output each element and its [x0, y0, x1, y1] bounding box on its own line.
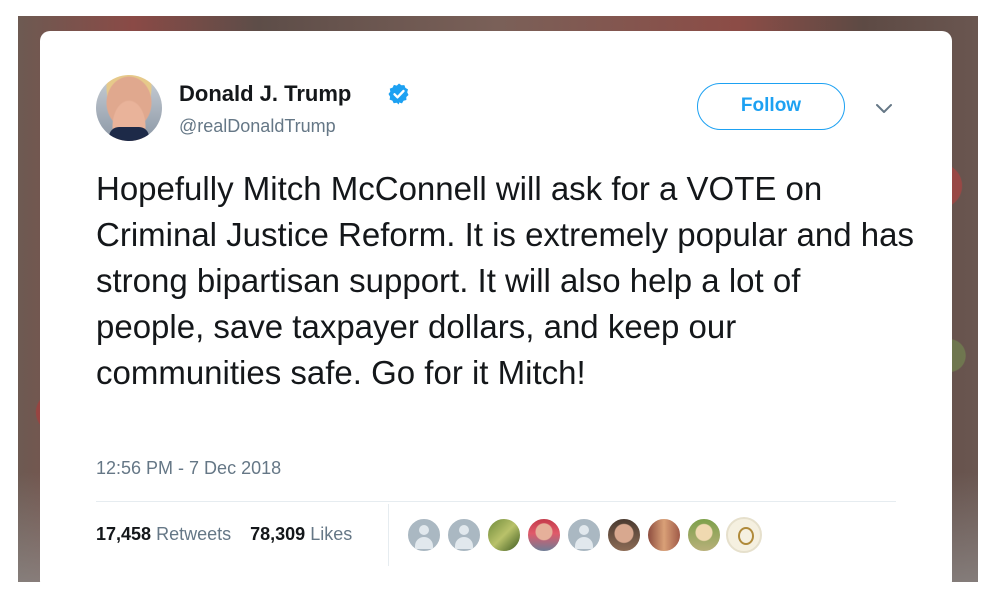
- retweets-count: 17,458: [96, 524, 152, 544]
- chevron-down-icon[interactable]: [874, 101, 894, 117]
- verified-badge-icon: [388, 83, 409, 105]
- liker-avatar[interactable]: [566, 517, 602, 553]
- likes-label: Likes: [310, 524, 353, 544]
- likes-count: 78,309: [250, 524, 306, 544]
- retweets-label: Retweets: [156, 524, 232, 544]
- liker-avatar[interactable]: [446, 517, 482, 553]
- liker-avatar[interactable]: [526, 517, 562, 553]
- author-name[interactable]: Donald J. Trump: [179, 81, 351, 107]
- tweet-text: Hopefully Mitch McConnell will ask for a…: [96, 170, 914, 391]
- tweet-stats: 17,458 Retweets 78,309 Likes: [96, 524, 366, 545]
- liker-avatar[interactable]: [726, 517, 762, 553]
- liker-avatar[interactable]: [646, 517, 682, 553]
- liker-avatar[interactable]: [406, 517, 442, 553]
- likes-stat[interactable]: 78,309 Likes: [250, 524, 352, 545]
- tweet-timestamp[interactable]: 12:56 PM - 7 Dec 2018: [96, 458, 281, 479]
- liker-avatar[interactable]: [686, 517, 722, 553]
- author-avatar[interactable]: [96, 75, 162, 141]
- follow-button[interactable]: Follow: [697, 83, 845, 130]
- retweets-stat[interactable]: 17,458 Retweets: [96, 524, 231, 545]
- liker-avatar[interactable]: [486, 517, 522, 553]
- stats-separator: [388, 504, 389, 566]
- tweet-card: Donald J. Trump @realDonaldTrump Follow …: [40, 31, 952, 591]
- author-handle[interactable]: @realDonaldTrump: [179, 116, 336, 137]
- liker-avatar[interactable]: [606, 517, 642, 553]
- divider: [96, 501, 896, 502]
